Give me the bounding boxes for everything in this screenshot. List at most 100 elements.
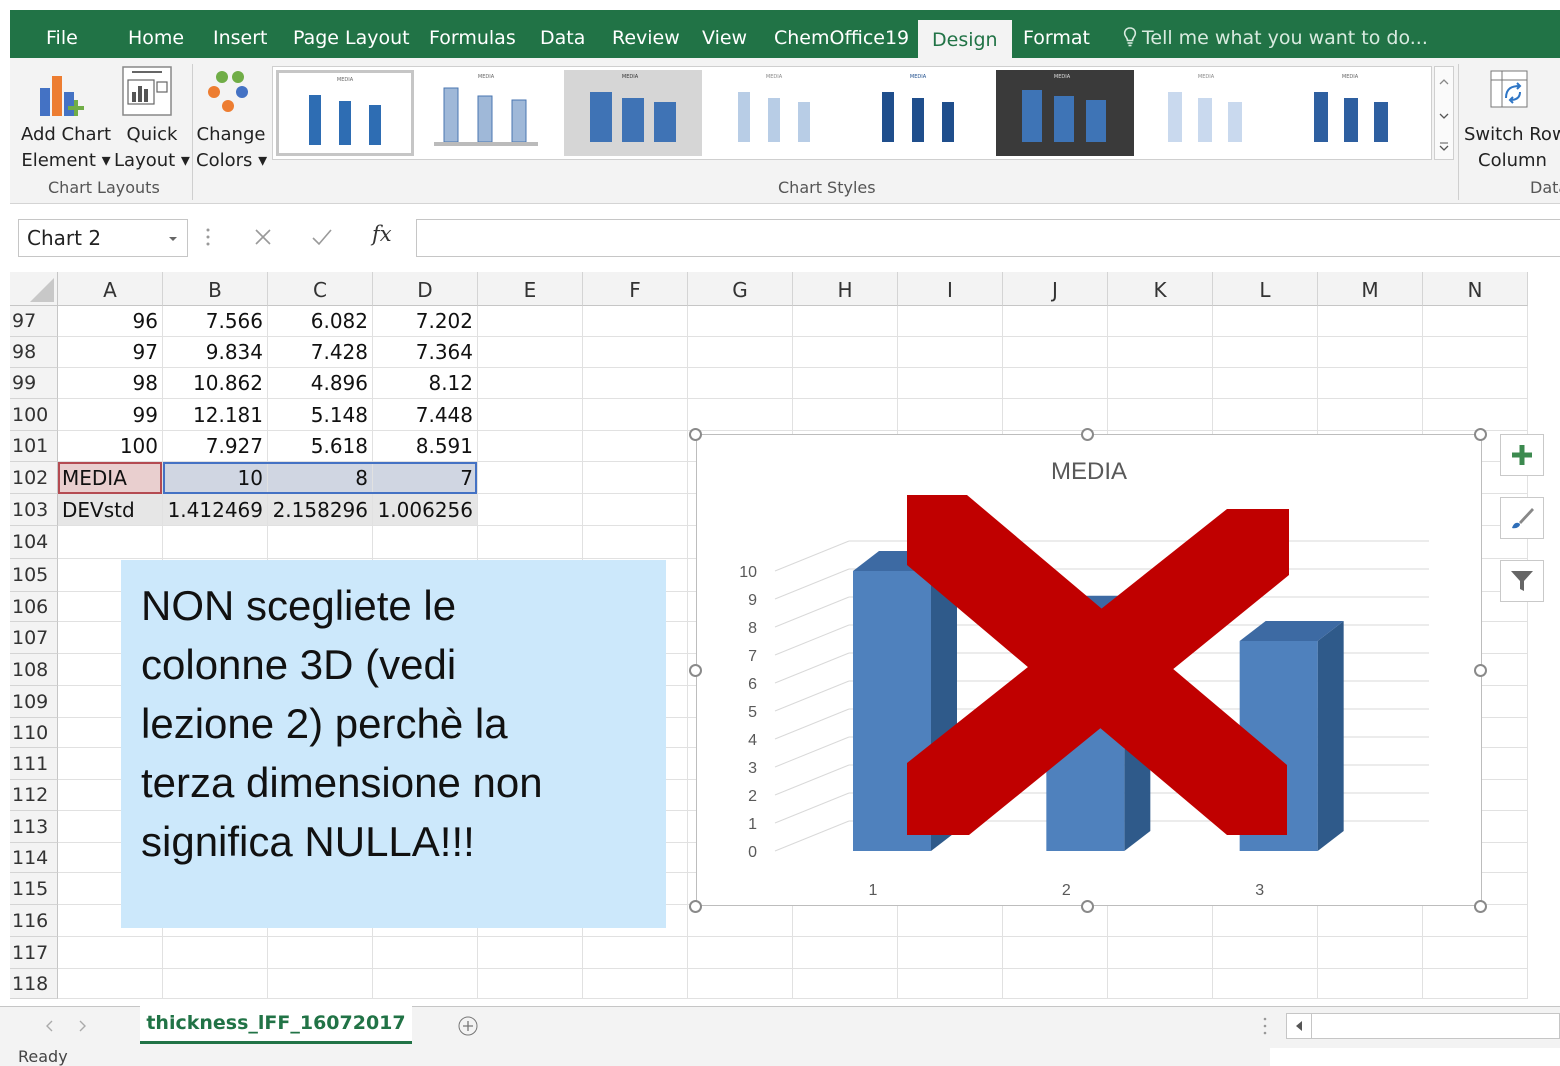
add-chart-element-button[interactable]: Add Chart Element ▾ (14, 62, 112, 174)
tab-chemoffice19[interactable]: ChemOffice19 (774, 10, 909, 58)
cell[interactable] (268, 526, 373, 559)
cell[interactable] (793, 399, 898, 431)
row-header[interactable]: 101 (10, 431, 58, 462)
select-all-corner[interactable] (10, 272, 58, 306)
cell[interactable] (268, 937, 373, 969)
row-header[interactable]: 111 (10, 748, 58, 780)
cell[interactable] (1108, 368, 1213, 399)
cell[interactable] (163, 937, 268, 969)
row-header[interactable]: 113 (10, 811, 58, 843)
cell[interactable] (583, 337, 688, 368)
cell[interactable] (688, 368, 793, 399)
row-header[interactable]: 98 (10, 337, 58, 368)
cell[interactable] (1213, 399, 1318, 431)
row-header[interactable]: 97 (10, 306, 58, 337)
row-header[interactable]: 100 (10, 399, 58, 431)
cell[interactable] (1108, 969, 1213, 999)
scroll-left-icon[interactable] (1289, 1014, 1309, 1038)
cell[interactable] (373, 969, 478, 999)
resize-handle[interactable] (1474, 428, 1487, 441)
switch-row-column-button[interactable]: Switch Row/ Column (1462, 62, 1560, 174)
cell[interactable] (163, 526, 268, 559)
chart-style-5[interactable]: MEDIA (852, 70, 990, 156)
cell[interactable] (688, 905, 793, 937)
tab-file[interactable]: File (46, 10, 78, 58)
cell[interactable] (583, 368, 688, 399)
cell[interactable] (58, 526, 163, 559)
row-header[interactable]: 118 (10, 969, 58, 999)
cell[interactable] (898, 905, 1003, 937)
cell[interactable]: 7.448 (373, 399, 478, 431)
cell[interactable] (1318, 905, 1423, 937)
chart-2[interactable]: MEDIA 0 1 2 3 4 5 6 7 8 9 10 1 2 3 (696, 434, 1482, 906)
chart-style-3[interactable]: MEDIA (564, 70, 702, 156)
column-header[interactable]: K (1108, 272, 1213, 306)
cell[interactable] (583, 306, 688, 337)
row-header[interactable]: 104 (10, 526, 58, 559)
chart-style-2[interactable]: MEDIA (420, 70, 558, 156)
tab-formulas[interactable]: Formulas (429, 10, 516, 58)
cell[interactable] (1213, 969, 1318, 999)
cell[interactable] (1318, 937, 1423, 969)
cell[interactable] (373, 526, 478, 559)
cell[interactable] (373, 937, 478, 969)
cell[interactable] (58, 969, 163, 999)
cell[interactable] (1108, 306, 1213, 337)
row-header[interactable]: 99 (10, 368, 58, 399)
column-header[interactable]: L (1213, 272, 1318, 306)
chart-styles-button[interactable] (1500, 497, 1544, 539)
resize-handle[interactable] (1081, 428, 1094, 441)
cell[interactable]: 7.927 (163, 431, 268, 462)
sheet-tab-thickness[interactable]: thickness_lFF_16072017 (140, 1006, 412, 1044)
cell[interactable] (1213, 368, 1318, 399)
row-header[interactable]: 110 (10, 718, 58, 748)
cell[interactable] (583, 969, 688, 999)
cell[interactable] (898, 337, 1003, 368)
column-header[interactable]: A (58, 272, 163, 306)
row-header[interactable]: 116 (10, 905, 58, 937)
cell[interactable] (583, 431, 688, 462)
cell[interactable]: 1.412469 (163, 494, 268, 526)
cell[interactable] (1003, 937, 1108, 969)
cell[interactable]: 100 (58, 431, 163, 462)
cell[interactable] (478, 368, 583, 399)
cell[interactable] (583, 462, 688, 494)
row-header[interactable]: 114 (10, 843, 58, 873)
chart-elements-button[interactable] (1500, 434, 1544, 476)
chart-style-1[interactable]: MEDIA (276, 70, 414, 156)
cell[interactable]: 1.006256 (373, 494, 478, 526)
cell[interactable]: 8.591 (373, 431, 478, 462)
cell[interactable]: 98 (58, 368, 163, 399)
cell[interactable] (1423, 937, 1528, 969)
column-header[interactable]: J (1003, 272, 1108, 306)
resize-handle[interactable] (689, 428, 702, 441)
resize-handle[interactable] (689, 664, 702, 677)
row-header[interactable]: 103 (10, 494, 58, 526)
column-header[interactable]: D (373, 272, 478, 306)
cell[interactable] (478, 969, 583, 999)
scroll-left-icon[interactable] (44, 1019, 56, 1033)
resize-handle[interactable] (689, 900, 702, 913)
name-box[interactable]: Chart 2 (18, 219, 188, 257)
cell[interactable] (898, 306, 1003, 337)
cell[interactable] (1003, 368, 1108, 399)
formula-input[interactable] (416, 219, 1560, 257)
column-header[interactable]: F (583, 272, 688, 306)
cell[interactable] (1423, 399, 1528, 431)
tab-format[interactable]: Format (1023, 10, 1090, 58)
resize-handle[interactable] (1474, 664, 1487, 677)
tab-review[interactable]: Review (612, 10, 680, 58)
cell[interactable]: 99 (58, 399, 163, 431)
row-header[interactable]: 108 (10, 654, 58, 686)
row-header[interactable]: 102 (10, 462, 58, 494)
resize-handle[interactable] (1081, 900, 1094, 913)
chart-style-4[interactable]: MEDIA (708, 70, 846, 156)
cell[interactable]: 7.202 (373, 306, 478, 337)
tab-page-layout[interactable]: Page Layout (293, 10, 410, 58)
horizontal-scrollbar[interactable] (1286, 1013, 1560, 1039)
cell[interactable] (1003, 969, 1108, 999)
cell[interactable] (478, 306, 583, 337)
cell[interactable]: 6.082 (268, 306, 373, 337)
cell[interactable] (268, 969, 373, 999)
cell[interactable] (688, 399, 793, 431)
